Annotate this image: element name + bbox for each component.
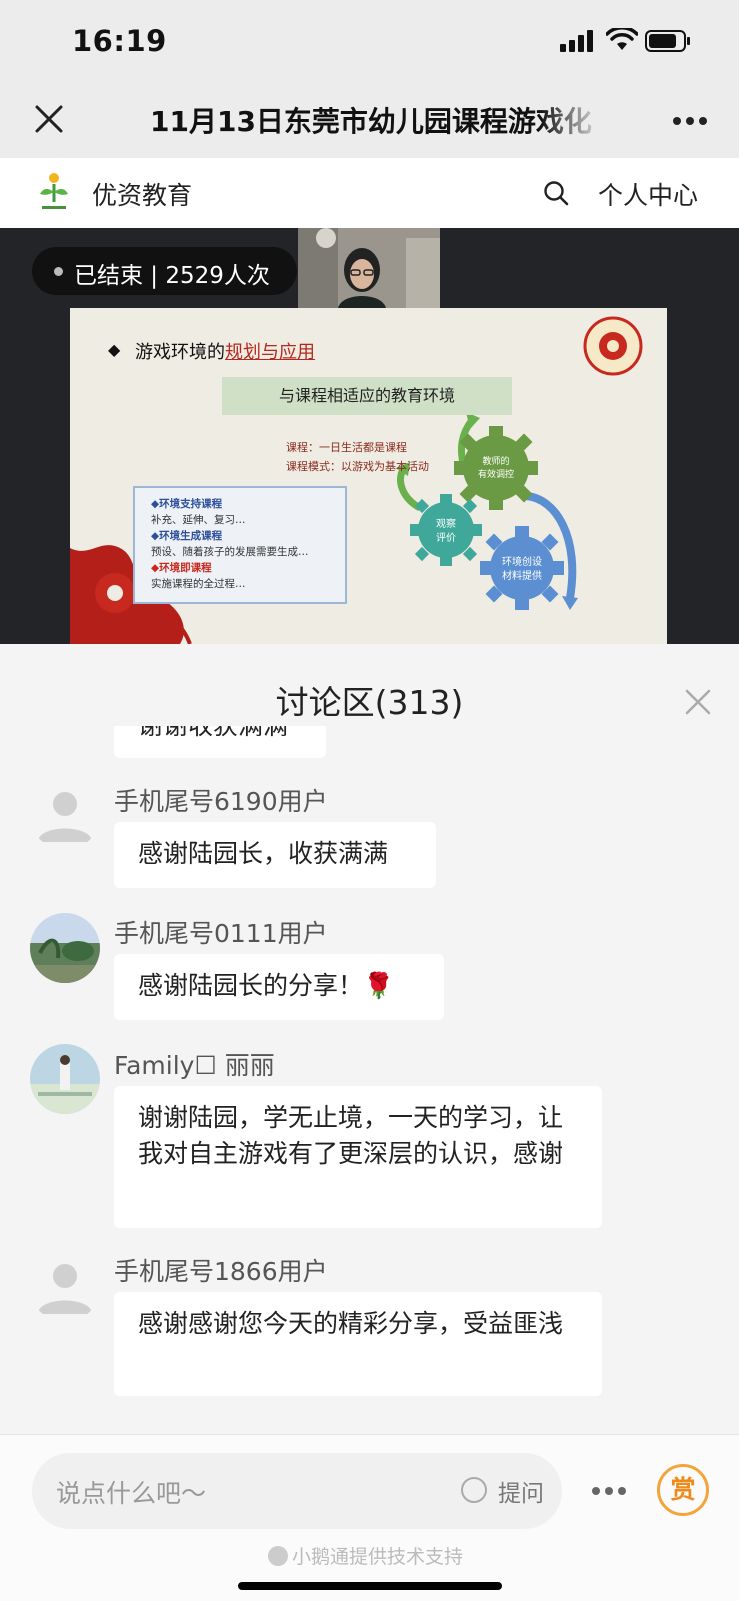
slide-banner: 与课程相适应的教育环境 <box>222 377 512 415</box>
gear-top-label-2: 有效调控 <box>478 468 514 480</box>
gear-left-label-1: 观察 <box>436 517 456 530</box>
slide-heading-highlight: 规划与应用 <box>225 342 315 363</box>
slide-info-list: ◆环境支持课程 补充、延伸、复习… ◆环境生成课程 预设、随着孩子的发展需要生成… <box>151 496 309 592</box>
slide-info-desc: 预设、随着孩子的发展需要生成… <box>151 546 309 558</box>
page-title: 11月13日东莞市幼儿园课程游戏化 <box>150 105 592 138</box>
slide-course-line: 课程：一日生活都是课程 <box>286 441 407 454</box>
avatar[interactable] <box>30 1252 100 1322</box>
title-fade <box>540 96 620 144</box>
default-avatar-icon <box>38 792 92 842</box>
site-name[interactable]: 优资教育 <box>92 176 192 212</box>
slide-heading-prefix: 游戏环境的 <box>135 342 225 363</box>
slide-heading: 游戏环境的规划与应用 <box>135 338 315 364</box>
status-time: 16:19 <box>72 24 167 58</box>
more-menu-icon[interactable] <box>672 116 708 126</box>
message-bubble: 谢谢陆园，学无止境，一天的学习，让我对自主游戏有了更深层的认识，感谢 <box>114 1086 602 1228</box>
home-indicator[interactable] <box>238 1582 502 1590</box>
default-avatar-icon <box>38 1264 92 1314</box>
presenter-camera <box>298 228 440 308</box>
gear-left-label-2: 评价 <box>436 532 456 544</box>
discussion-title: 讨论区(313) <box>275 683 464 722</box>
avatar[interactable] <box>30 913 100 983</box>
message-username: 手机尾号1866用户 <box>114 1257 328 1286</box>
site-logo[interactable] <box>36 170 72 214</box>
user-photo-avatar <box>30 1044 100 1114</box>
slide-bullet-icon: ◆ <box>108 340 121 359</box>
powered-by-logo-icon <box>268 1546 288 1566</box>
user-center-link[interactable]: 个人中心 <box>598 176 698 212</box>
slide-info-title: ◆环境生成课程 <box>151 530 223 542</box>
slide-info-title: ◆环境支持课程 <box>151 498 223 510</box>
cellular-signal-icon <box>560 30 593 52</box>
message-bubble: 感谢陆园长的分享！🌹 <box>114 954 444 1020</box>
gear-right-label-1: 环境创设 <box>502 555 542 568</box>
message-bubble: 感谢陆园长，收获满满 <box>114 822 436 888</box>
close-icon[interactable] <box>684 688 712 716</box>
slide-info-desc: 实施课程的全过程… <box>151 578 246 590</box>
slide-info-title: ◆环境即课程 <box>151 562 212 574</box>
message-bubble: 感谢感谢您今天的精彩分享，受益匪浅 <box>114 1292 602 1396</box>
gear-top-label-1: 教师的 <box>482 455 509 467</box>
slide-course-text: 课程：一日生活都是课程 课程模式：以游戏为基本活动 <box>286 438 429 476</box>
powered-by-text: 小鹅通提供技术支持 <box>292 1546 464 1568</box>
close-icon[interactable] <box>32 102 66 136</box>
ask-question-radio[interactable] <box>461 1477 487 1503</box>
message-username: Family☐ 丽丽 <box>114 1051 275 1080</box>
message-username: 手机尾号0111用户 <box>114 919 328 948</box>
comment-input-placeholder[interactable]: 说点什么吧～ <box>56 1474 206 1510</box>
user-photo-avatar <box>30 913 100 983</box>
avatar[interactable] <box>30 1044 100 1114</box>
message-bubble: 谢谢收获满满 <box>114 726 326 758</box>
reward-button[interactable]: 赏 <box>657 1464 709 1516</box>
powered-by: 小鹅通提供技术支持 <box>268 1542 463 1569</box>
slide-course-line: 课程模式：以游戏为基本活动 <box>286 460 429 473</box>
presenter-image <box>298 228 440 308</box>
live-status-text: 已结束 | 2529人次 <box>74 263 270 289</box>
partial-message-clip: 谢谢收获满满 <box>114 726 326 758</box>
avatar[interactable] <box>30 780 100 850</box>
gear-right-label-2: 材料提供 <box>502 569 542 582</box>
search-icon[interactable] <box>543 180 569 206</box>
status-dot-icon <box>54 267 63 276</box>
wifi-icon <box>606 28 638 50</box>
slide-info-desc: 补充、延伸、复习… <box>151 514 246 526</box>
ask-question-label[interactable]: 提问 <box>498 1474 544 1508</box>
more-options-icon[interactable] <box>591 1486 627 1496</box>
battery-icon <box>645 30 690 52</box>
message-username: 手机尾号6190用户 <box>114 787 328 816</box>
